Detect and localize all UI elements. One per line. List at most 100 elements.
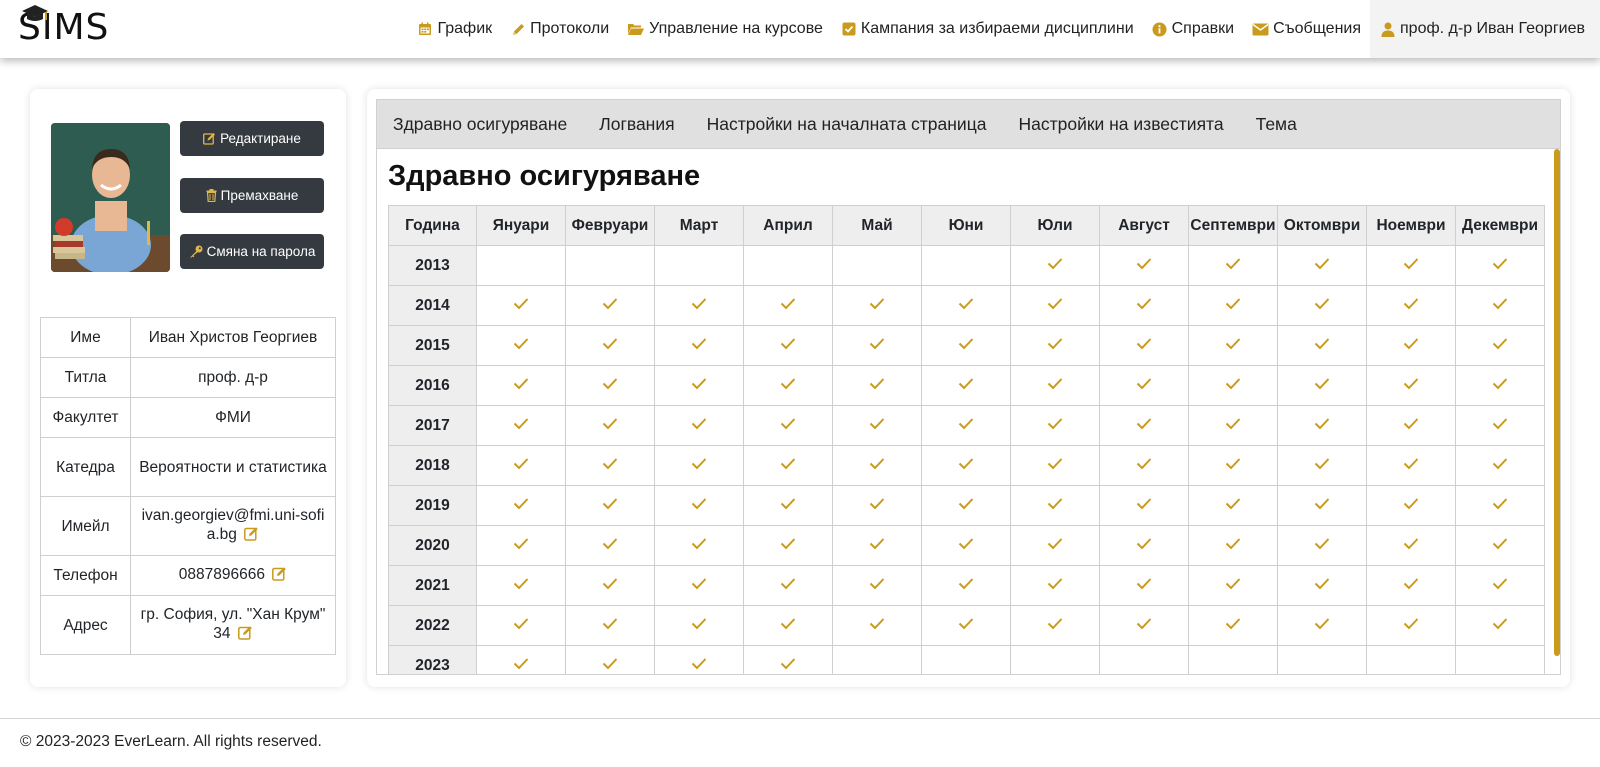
field-label: Адрес bbox=[40, 595, 131, 655]
check-icon bbox=[1403, 617, 1419, 629]
month-cell bbox=[743, 525, 833, 566]
graduation-cap-icon bbox=[22, 5, 48, 21]
profile-card: Редактиране Премахване Смяна на парола И… bbox=[30, 89, 346, 687]
month-cell bbox=[743, 325, 833, 366]
check-icon bbox=[602, 457, 618, 469]
nav-item-reports[interactable]: Справки bbox=[1143, 0, 1243, 58]
check-icon bbox=[602, 337, 618, 349]
table-row: 2021 bbox=[388, 565, 1545, 606]
check-icon bbox=[1403, 417, 1419, 429]
month-cell bbox=[1366, 605, 1456, 646]
check-icon bbox=[958, 457, 974, 469]
tab-health-insurance[interactable]: Здравно осигуряване bbox=[385, 114, 575, 135]
check-icon bbox=[958, 297, 974, 309]
check-icon bbox=[1047, 257, 1063, 269]
tab-homepage-settings[interactable]: Настройки на началната страница bbox=[699, 114, 995, 135]
check-icon bbox=[513, 417, 529, 429]
month-cell bbox=[1455, 285, 1545, 326]
table-header-row: Година Януари Февруари Март Април Май Юни Юли Ав… bbox=[388, 205, 1545, 246]
month-cell bbox=[1010, 485, 1100, 526]
month-column-header: Декември bbox=[1455, 205, 1545, 246]
check-icon bbox=[691, 577, 707, 589]
month-cell bbox=[1010, 325, 1100, 366]
month-cell bbox=[1366, 325, 1456, 366]
check-icon bbox=[780, 337, 796, 349]
month-column-header: Юли bbox=[1010, 205, 1100, 246]
check-icon bbox=[691, 297, 707, 309]
check-icon bbox=[1047, 457, 1063, 469]
table-row: 2019 bbox=[388, 485, 1545, 526]
month-cell bbox=[565, 485, 655, 526]
month-cell bbox=[565, 405, 655, 446]
check-icon bbox=[513, 497, 529, 509]
change-password-button[interactable]: Смяна на парола bbox=[180, 234, 324, 269]
table-row: Катедра Вероятности и статистика bbox=[40, 437, 336, 497]
tab-theme[interactable]: Тема bbox=[1248, 114, 1305, 135]
nav-item-label: Справки bbox=[1171, 20, 1235, 37]
month-cell bbox=[921, 325, 1011, 366]
check-icon bbox=[1047, 577, 1063, 589]
check-icon bbox=[869, 577, 885, 589]
check-icon bbox=[602, 577, 618, 589]
check-icon bbox=[1492, 617, 1508, 629]
month-cell bbox=[654, 525, 744, 566]
check-icon bbox=[513, 457, 529, 469]
check-icon bbox=[1492, 337, 1508, 349]
month-cell bbox=[1188, 565, 1278, 606]
month-cell bbox=[1099, 605, 1189, 646]
month-cell bbox=[1010, 405, 1100, 446]
nav-item-schedule[interactable]: График bbox=[408, 0, 501, 58]
month-cell bbox=[1455, 645, 1545, 674]
month-cell bbox=[1455, 245, 1545, 286]
check-icon bbox=[1403, 457, 1419, 469]
month-cell bbox=[921, 285, 1011, 326]
pencil-icon bbox=[510, 21, 526, 37]
sims-logo[interactable]: SIMS bbox=[18, 5, 109, 50]
faculty-value: ФМИ bbox=[215, 409, 251, 426]
month-cell bbox=[476, 645, 566, 674]
edit-address-icon[interactable] bbox=[237, 625, 253, 645]
check-icon bbox=[1136, 297, 1152, 309]
check-icon bbox=[1136, 577, 1152, 589]
calendar-icon bbox=[417, 21, 433, 37]
month-column-header: Февруари bbox=[565, 205, 655, 246]
check-icon bbox=[780, 617, 796, 629]
edit-email-icon[interactable] bbox=[244, 526, 259, 546]
month-cell bbox=[921, 445, 1011, 486]
month-cell bbox=[476, 325, 566, 366]
check-icon bbox=[513, 657, 529, 669]
vertical-scrollbar[interactable] bbox=[1554, 149, 1560, 656]
nav-item-course-management[interactable]: Управление на курсове bbox=[618, 0, 832, 58]
check-icon bbox=[869, 497, 885, 509]
edit-profile-button[interactable]: Редактиране bbox=[180, 121, 324, 156]
edit-phone-icon[interactable] bbox=[272, 566, 287, 586]
year-cell: 2015 bbox=[388, 325, 477, 366]
month-cell bbox=[1099, 365, 1189, 406]
trash-icon bbox=[206, 189, 217, 202]
nav-item-elective-campaign[interactable]: Кампания за избираеми дисциплини bbox=[832, 0, 1143, 58]
check-icon bbox=[691, 337, 707, 349]
check-icon bbox=[1136, 417, 1152, 429]
department-value: Вероятности и статистика bbox=[139, 458, 327, 476]
check-icon bbox=[1225, 577, 1241, 589]
month-cell bbox=[1010, 365, 1100, 406]
month-cell bbox=[1099, 645, 1189, 674]
month-cell bbox=[1455, 565, 1545, 606]
nav-item-messages[interactable]: Съобщения bbox=[1243, 0, 1370, 58]
month-cell bbox=[1188, 605, 1278, 646]
check-icon bbox=[1225, 257, 1241, 269]
remove-photo-button[interactable]: Премахване bbox=[180, 178, 324, 213]
table-row: 2015 bbox=[388, 325, 1545, 366]
check-icon bbox=[1314, 337, 1330, 349]
folder-open-icon bbox=[627, 21, 645, 37]
year-cell: 2013 bbox=[388, 245, 477, 286]
nav-item-protocols[interactable]: Протоколи bbox=[501, 0, 618, 58]
key-icon bbox=[189, 245, 203, 258]
nav-item-user-profile[interactable]: проф. д-р Иван Георгиев bbox=[1370, 0, 1600, 58]
check-icon bbox=[958, 617, 974, 629]
year-cell: 2020 bbox=[388, 525, 477, 566]
tab-notification-settings[interactable]: Настройки на известията bbox=[1010, 114, 1231, 135]
check-icon bbox=[513, 577, 529, 589]
tab-logins[interactable]: Логвания bbox=[591, 114, 682, 135]
check-icon bbox=[691, 497, 707, 509]
